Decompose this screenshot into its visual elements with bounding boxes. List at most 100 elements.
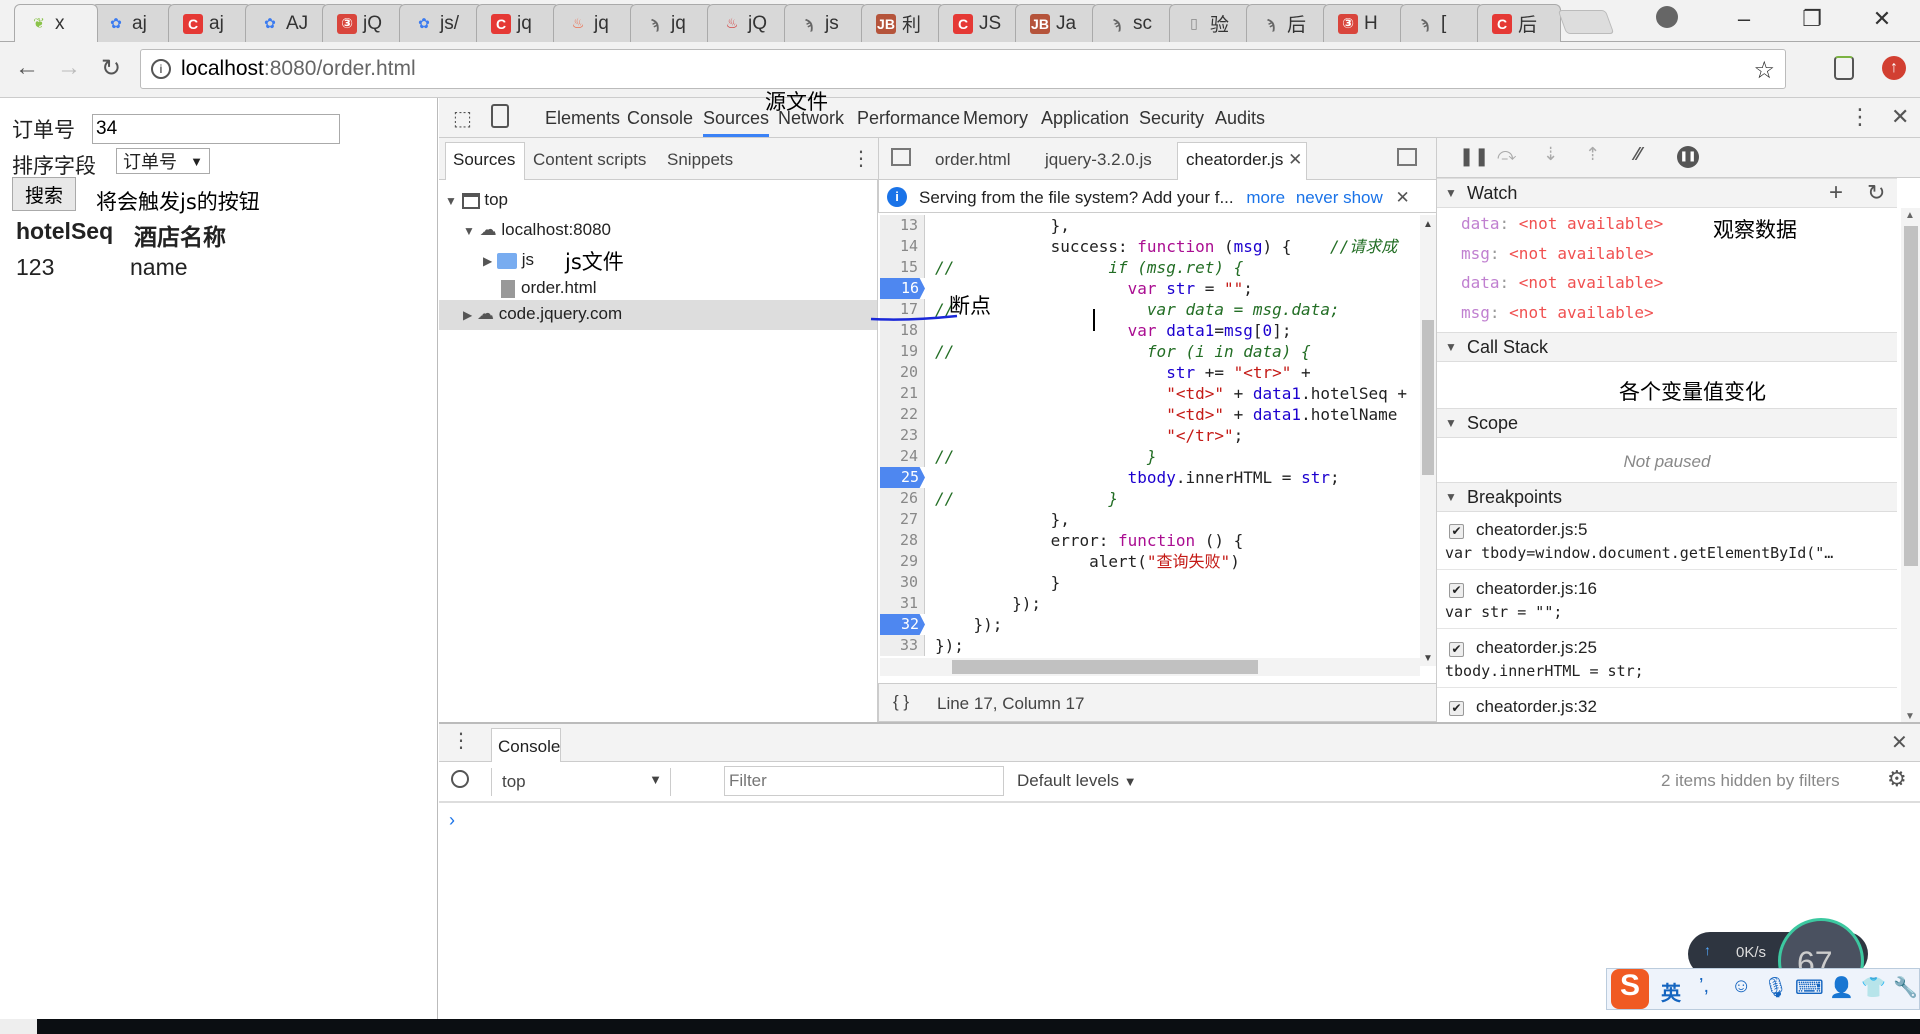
watch-expression[interactable]: msg: <not available> (1461, 303, 1654, 322)
breakpoint-item[interactable]: ✔ cheatorder.js:16 var str = ""; (1437, 571, 1897, 629)
code-line[interactable]: 29 alert("查询失败") (880, 551, 1420, 572)
code-line[interactable]: 27 }, (880, 509, 1420, 530)
breakpoint-item[interactable]: ✔ cheatorder.js:25 tbody.innerHTML = str; (1437, 630, 1897, 688)
nav-tab-sources[interactable]: Sources (453, 150, 515, 170)
browser-tab[interactable]: ϡ jq (630, 4, 714, 42)
browser-tab[interactable]: ♨ jQ (707, 4, 791, 42)
navigator-menu-icon[interactable]: ⋮ (851, 146, 871, 171)
nav-tab-snippets[interactable]: Snippets (667, 150, 733, 170)
line-number[interactable]: 19 (880, 341, 925, 362)
line-number[interactable]: 29 (880, 551, 925, 572)
search-button[interactable]: 搜索 (12, 177, 76, 211)
infobar-never-show-link[interactable]: never show (1296, 188, 1383, 207)
devtools-tab-sources[interactable]: Sources (703, 108, 770, 137)
breakpoint-checkbox[interactable]: ✔ (1449, 524, 1464, 539)
browser-tab[interactable]: ③ jQ (322, 4, 406, 42)
browser-tab[interactable]: Caj (168, 4, 252, 42)
code-line[interactable]: 32 }); (880, 614, 1420, 635)
line-number[interactable]: 27 (880, 509, 925, 530)
tree-item-js-folder[interactable]: ▶ js (483, 250, 534, 270)
code-editor[interactable]: 13 }, 14 success: function (msg) { //请求成 1… (880, 215, 1420, 666)
tree-item-localhost[interactable]: ▼ ☁ localhost:8080 (463, 220, 611, 240)
device-toolbar-icon[interactable] (491, 104, 509, 128)
browser-tab[interactable]: ϡ sc (1092, 4, 1176, 42)
watch-section-header[interactable]: ▼ Watch + ↻ (1437, 178, 1897, 208)
add-watch-icon[interactable]: + (1829, 179, 1843, 207)
browser-tab[interactable]: ✿ aj (91, 4, 175, 42)
reload-icon[interactable]: ↻ (96, 54, 126, 83)
line-number[interactable]: 13 (880, 215, 925, 236)
breakpoint-marker[interactable]: 25 (880, 467, 925, 488)
sogou-logo-icon[interactable]: S (1611, 969, 1649, 1009)
ime-language[interactable]: 英 (1661, 977, 1681, 1006)
code-line[interactable]: 25 tbody.innerHTML = str; (880, 467, 1420, 488)
step-out-icon[interactable]: ⇡ (1585, 144, 1600, 165)
devtools-menu-icon[interactable]: ⋮ (1849, 104, 1871, 130)
line-number[interactable]: 28 (880, 530, 925, 551)
breakpoint-item[interactable]: ✔ cheatorder.js:5 var tbody=window.documen… (1437, 512, 1897, 570)
line-number[interactable]: 21 (880, 383, 925, 404)
watch-expression[interactable]: data: <not available> (1461, 214, 1663, 233)
keyboard-icon[interactable]: ⌨ (1795, 975, 1824, 1000)
code-line[interactable]: 21 "<td>" + data1.hotelSeq + (880, 383, 1420, 404)
line-number[interactable]: 14 (880, 236, 925, 257)
browser-tab[interactable]: ϡ js (784, 4, 868, 42)
tree-item-top[interactable]: ▼ top (445, 190, 508, 210)
devtools-tab-audits[interactable]: Audits (1215, 108, 1265, 129)
browser-tab[interactable]: ϡ[ (1400, 4, 1484, 42)
pretty-print-icon[interactable]: { } (893, 692, 909, 712)
tree-item-order-html[interactable]: order.html (501, 278, 597, 298)
maximize-button[interactable]: ❐ (1792, 6, 1832, 32)
devtools-tab-console[interactable]: Console (627, 108, 693, 129)
emoji-icon[interactable]: ☺ (1731, 975, 1751, 998)
browser-tab[interactable]: ✿ AJ (245, 4, 329, 42)
extension-upload-icon[interactable]: ↑ (1882, 56, 1906, 80)
line-number[interactable]: 26 (880, 488, 925, 509)
editor-tab-jquery[interactable]: jquery-3.2.0.js (1045, 150, 1152, 170)
scope-section-header[interactable]: ▼ Scope (1437, 408, 1897, 438)
browser-tab[interactable]: ▯ 验 (1169, 4, 1253, 42)
browser-tab[interactable]: ♨ jq (553, 4, 637, 42)
context-select[interactable]: top ▼ (491, 768, 671, 796)
toggle-navigator-icon[interactable] (891, 148, 911, 166)
console-filter-input[interactable] (724, 766, 1004, 796)
breakpoint-checkbox[interactable]: ✔ (1449, 583, 1464, 598)
breakpoints-section-header[interactable]: ▼ Breakpoints (1437, 482, 1897, 512)
step-into-icon[interactable]: ⇣ (1543, 144, 1558, 165)
pause-icon[interactable]: ❚❚ (1459, 146, 1489, 167)
infobar-close-icon[interactable]: ✕ (1396, 188, 1410, 207)
back-icon[interactable]: ← (12, 54, 42, 82)
toggle-debugger-icon[interactable] (1397, 148, 1417, 166)
new-tab-button[interactable] (1557, 10, 1615, 34)
address-bar[interactable]: i localhost:8080/order.html ☆ (140, 49, 1786, 89)
drawer-menu-icon[interactable]: ⋮ (451, 728, 471, 753)
pause-on-exceptions-icon[interactable]: ❚❚ (1677, 146, 1699, 168)
code-line[interactable]: 33}); (880, 635, 1420, 656)
code-line[interactable]: 15 // if (msg.ret) { (880, 257, 1420, 278)
code-line[interactable]: 24 // } (880, 446, 1420, 467)
code-line[interactable]: 28 error: function () { (880, 530, 1420, 551)
tree-item-code-jquery[interactable]: ▶ ☁ code.jquery.com (439, 300, 877, 330)
devtools-tab-memory[interactable]: Memory (963, 108, 1028, 129)
code-line[interactable]: 23 "</tr>"; (880, 425, 1420, 446)
drawer-tab-console[interactable]: Console (491, 728, 561, 762)
sort-select[interactable]: 订单号 ▼ (116, 148, 210, 174)
ime-punctuation-icon[interactable]: ’, (1699, 975, 1709, 998)
editor-tab-order-html[interactable]: order.html (935, 150, 1011, 170)
editor-horizontal-scrollbar[interactable] (880, 658, 1420, 676)
devtools-tab-application[interactable]: Application (1041, 108, 1129, 129)
code-line[interactable]: 14 success: function (msg) { //请求成 (880, 236, 1420, 257)
info-icon[interactable]: i (151, 59, 171, 79)
drawer-close-icon[interactable]: ✕ (1891, 730, 1908, 755)
browser-tab[interactable]: ③H (1323, 4, 1407, 42)
code-line[interactable]: 18 var data1=msg[0]; (880, 320, 1420, 341)
line-number[interactable]: 33 (880, 635, 925, 656)
console-settings-icon[interactable]: ⚙ (1887, 766, 1907, 792)
tools-icon[interactable]: 🔧 (1893, 975, 1918, 1000)
code-line[interactable]: 30 } (880, 572, 1420, 593)
devtools-tab-performance[interactable]: Performance (857, 108, 960, 129)
line-number[interactable]: 31 (880, 593, 925, 614)
clear-console-icon[interactable] (451, 770, 469, 788)
line-number[interactable]: 20 (880, 362, 925, 383)
watch-expression[interactable]: msg: <not available> (1461, 244, 1654, 263)
